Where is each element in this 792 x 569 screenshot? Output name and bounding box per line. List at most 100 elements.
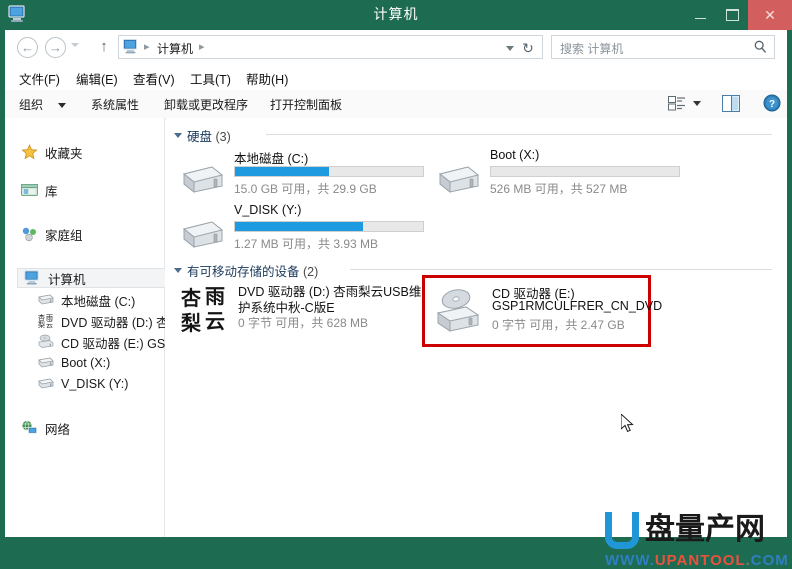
client-area: ← → ↑ ▸ 计算机 ▸ ↻ 搜索 计算机 文件(F) 编辑(E) 查看(V)… xyxy=(5,30,788,569)
minimize-button[interactable] xyxy=(684,0,716,30)
up-button[interactable]: ↑ xyxy=(97,39,111,56)
drive-item-boot-x[interactable]: Boot (X:) 526 MB 可用，共 527 MB xyxy=(436,148,706,198)
sidebar-item-favorites[interactable]: 收藏夹 xyxy=(21,142,161,162)
sidebar-item-homegroup[interactable]: 家庭组 xyxy=(21,224,161,244)
explorer-window: 计算机 ✕ ← → ↑ ▸ 计算机 ▸ ↻ 搜索 计算机 文件(F) 编辑(E)… xyxy=(0,0,792,569)
drive-capacity-text: 1.27 MB 可用，共 3.93 MB xyxy=(234,237,379,251)
hard-drive-icon xyxy=(37,292,57,308)
caption-buttons: ✕ xyxy=(684,0,792,30)
watermark-url-name: UPANTOOL xyxy=(654,552,746,569)
homegroup-icon xyxy=(21,226,41,242)
chevron-down-icon[interactable] xyxy=(506,46,514,51)
group-collapse-icon-harddisks[interactable] xyxy=(174,133,182,138)
address-bar[interactable]: ▸ 计算机 ▸ ↻ xyxy=(118,35,543,59)
cd-drive-icon xyxy=(37,334,57,350)
sidebar-item-label: Boot (X:) xyxy=(61,356,111,370)
sidebar-item-label: 本地磁盘 (C:) xyxy=(61,294,136,309)
group-divider xyxy=(350,269,772,270)
navigation-pane: 收藏夹 库 家庭组 计算机 本地磁盘 (C:) 杏 雨 梨 云 DVD 驱动器 … xyxy=(5,118,165,537)
sidebar-item-label: 收藏夹 xyxy=(45,146,83,161)
help-icon[interactable]: ? xyxy=(763,94,781,112)
svg-text:梨: 梨 xyxy=(181,311,202,335)
group-count: (2) xyxy=(303,265,319,279)
items-view: 硬盘 (3) 本地磁盘 (C:) 15.0 GB 可用，共 29.9 GB Bo… xyxy=(166,118,787,537)
watermark-url-tld: COM xyxy=(750,552,789,569)
menu-bar: 文件(F) 编辑(E) 查看(V) 工具(T) 帮助(H) xyxy=(5,64,787,91)
title-bar: 计算机 ✕ xyxy=(0,0,792,30)
watermark-logo: 盘量产网 WWW.UPANTOOL.COM xyxy=(605,512,790,569)
computer-icon xyxy=(24,270,44,286)
maximize-button[interactable] xyxy=(716,0,748,30)
organize-button[interactable]: 组织 xyxy=(19,96,43,113)
drive-name: 本地磁盘 (C:) xyxy=(234,152,309,166)
sidebar-item-label: 家庭组 xyxy=(45,228,83,243)
search-input[interactable]: 搜索 计算机 xyxy=(560,40,623,57)
sidebar-item-computer[interactable]: 计算机 xyxy=(17,268,165,288)
upantool-u-icon xyxy=(605,512,639,549)
drive-item-cd-drive-e[interactable]: CD 驱动器 (E:) GSP1RMCULFRER_CN_DVD 0 字节 可用… xyxy=(434,283,662,343)
forward-button[interactable]: → xyxy=(45,37,66,58)
menu-file[interactable]: 文件(F) xyxy=(19,69,60,88)
drive-item-local-disk-c[interactable]: 本地磁盘 (C:) 15.0 GB 可用，共 29.9 GB xyxy=(180,148,450,198)
sidebar-item-label: 网络 xyxy=(45,422,71,437)
drive-usage-bar xyxy=(234,221,424,232)
preview-pane-icon[interactable] xyxy=(722,95,740,112)
sidebar-item-libraries[interactable]: 库 xyxy=(21,180,161,200)
history-dropdown-icon[interactable] xyxy=(71,43,79,47)
group-count: (3) xyxy=(215,130,231,144)
chevron-down-icon[interactable] xyxy=(693,101,701,106)
drive-capacity-text: 526 MB 可用，共 527 MB xyxy=(490,182,628,196)
drive-capacity-text: 0 字节 可用，共 2.47 GB xyxy=(492,318,625,332)
sidebar-item-boot-x[interactable]: Boot (X:) xyxy=(37,353,165,373)
drive-usage-fill xyxy=(235,222,363,231)
sidebar-item-dvd-drive-d[interactable]: 杏 雨 梨 云 DVD 驱动器 (D:) 杏 xyxy=(37,311,165,331)
sidebar-item-label: 计算机 xyxy=(48,272,86,287)
search-box[interactable]: 搜索 计算机 xyxy=(551,35,775,59)
group-title: 硬盘 xyxy=(187,130,213,144)
sidebar-item-vdisk-y[interactable]: V_DISK (Y:) xyxy=(37,374,165,394)
drive-item-dvd-drive-d[interactable]: 杏 雨 梨 云 DVD 驱动器 (D:) 杏雨梨云USB维 护系统中秋-C版E … xyxy=(180,281,430,341)
sidebar-item-cd-drive-e[interactable]: CD 驱动器 (E:) GSP xyxy=(37,332,165,352)
drive-capacity-text: 15.0 GB 可用，共 29.9 GB xyxy=(234,182,377,196)
system-properties-button[interactable]: 系统属性 xyxy=(91,96,139,113)
drive-item-vdisk-y[interactable]: V_DISK (Y:) 1.27 MB 可用，共 3.93 MB xyxy=(180,203,450,253)
library-icon xyxy=(21,182,41,198)
menu-edit[interactable]: 编辑(E) xyxy=(76,69,118,88)
chevron-down-icon[interactable] xyxy=(58,103,66,108)
uninstall-change-program-button[interactable]: 卸载或更改程序 xyxy=(164,96,248,113)
dvd-custom-icon: 杏 雨 梨 云 xyxy=(180,285,232,335)
menu-view[interactable]: 查看(V) xyxy=(133,69,175,88)
sidebar-item-label: V_DISK (Y:) xyxy=(61,377,129,391)
group-header-harddisks: 硬盘 (3) xyxy=(187,126,231,145)
drive-name: V_DISK (Y:) xyxy=(234,203,302,217)
sidebar-item-network[interactable]: 网络 xyxy=(21,418,161,438)
favorites-star-icon xyxy=(21,144,41,160)
breadcrumb-computer[interactable]: 计算机 xyxy=(157,40,193,57)
menu-help[interactable]: 帮助(H) xyxy=(246,69,288,88)
svg-text:梨: 梨 xyxy=(38,320,45,328)
open-control-panel-button[interactable]: 打开控制面板 xyxy=(270,96,342,113)
drive-usage-bar xyxy=(490,166,680,177)
close-button[interactable]: ✕ xyxy=(748,0,792,30)
group-header-removable: 有可移动存储的设备 (2) xyxy=(187,261,318,280)
sidebar-item-local-disk-c[interactable]: 本地磁盘 (C:) xyxy=(37,290,165,310)
network-icon xyxy=(21,420,41,436)
drive-usage-bar xyxy=(234,166,424,177)
sidebar-item-label: CD 驱动器 (E:) GSP xyxy=(61,336,165,351)
drive-name: Boot (X:) xyxy=(490,148,540,162)
group-collapse-icon-removable[interactable] xyxy=(174,268,182,273)
computer-icon xyxy=(123,39,139,54)
menu-tools[interactable]: 工具(T) xyxy=(190,69,231,88)
drive-capacity-text: 0 字节 可用，共 628 MB xyxy=(238,316,369,330)
watermark-url-www: WWW. xyxy=(605,552,655,569)
drive-usage-fill xyxy=(235,167,329,176)
sidebar-item-label: 库 xyxy=(45,184,58,199)
refresh-icon[interactable]: ↻ xyxy=(520,40,536,56)
group-divider xyxy=(266,134,772,135)
watermark-url: WWW.UPANTOOL.COM xyxy=(605,552,789,569)
watermark-brand: 盘量产网 xyxy=(645,512,765,547)
svg-text:云: 云 xyxy=(46,321,53,328)
back-button[interactable]: ← xyxy=(17,37,38,58)
svg-text:雨: 雨 xyxy=(205,285,225,308)
view-options-icon[interactable] xyxy=(668,95,686,112)
